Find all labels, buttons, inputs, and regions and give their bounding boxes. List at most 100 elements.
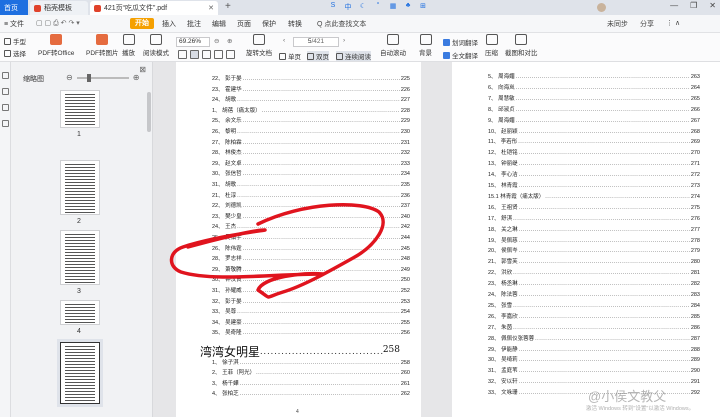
restore-button[interactable]: ❐	[690, 1, 697, 10]
actual-size-icon[interactable]	[202, 50, 211, 59]
share-button[interactable]: 分享	[640, 19, 654, 29]
sync-status[interactable]: 未同步	[607, 19, 628, 29]
toc-entry[interactable]: 29、 伊能静.................................…	[488, 347, 700, 353]
keyboard-icon[interactable]: ▦	[388, 2, 398, 12]
toc-entry[interactable]: 19、 吴佩慈.................................…	[488, 238, 700, 244]
toc-entry[interactable]: 1、 胡蓓（痛太版）..............................…	[212, 108, 410, 114]
thumbnail-page-3[interactable]	[60, 230, 100, 285]
toc-entry[interactable]: 24、 陈法蓉.................................…	[488, 292, 700, 298]
toc-entry[interactable]: 13、 钟丽缇.................................…	[488, 161, 700, 167]
toc-entry[interactable]: 24、 王杰..................................…	[212, 224, 410, 230]
double-page-button[interactable]: 双页	[307, 51, 329, 61]
read-mode-button[interactable]: 阅读模式	[143, 34, 169, 57]
more-icon[interactable]: ⋮ ∧	[666, 19, 680, 27]
pdf-to-image-button[interactable]: PDF转图片	[86, 34, 119, 57]
zoom-in-icon[interactable]: ⊕	[227, 37, 232, 45]
thumbnail-panel-icon[interactable]	[2, 72, 9, 79]
toc-entry[interactable]: 28、 佩佩仪张蓉蓉..............................…	[488, 336, 700, 342]
toc-entry[interactable]: 20、 侯佩岑.................................…	[488, 248, 700, 254]
close-panel-icon[interactable]: ⊠	[139, 65, 146, 74]
toc-entry[interactable]: 35、 吴奇隆.................................…	[212, 330, 410, 336]
rotate-document-button[interactable]: 旋转文档	[246, 34, 272, 57]
toc-entry[interactable]: 33、 吴尊..................................…	[212, 309, 410, 315]
tab-home[interactable]: 首页	[0, 0, 28, 15]
toc-entry[interactable]: 10、 赵丽颖.................................…	[488, 129, 700, 135]
menu-edit[interactable]: 编辑	[212, 19, 226, 29]
thumbnail-view-icon[interactable]	[226, 50, 235, 59]
attachment-icon[interactable]	[2, 120, 9, 127]
toc-entry[interactable]: 16、 王祖贤.................................…	[488, 205, 700, 211]
toc-entry[interactable]: 12、 杜铠铭.................................…	[488, 150, 700, 156]
user-avatar[interactable]	[597, 3, 606, 12]
menu-insert[interactable]: 插入	[162, 19, 176, 29]
tab-pdf-document[interactable]: 421页“吃瓜文件”.pdf ✕	[90, 1, 218, 15]
punct-icon[interactable]: °	[373, 2, 383, 12]
zoom-out-icon[interactable]: ⊖	[214, 37, 219, 45]
menu-comment[interactable]: 批注	[187, 19, 201, 29]
toc-entry[interactable]: 31、 胡歌..................................…	[212, 182, 410, 188]
toc-entry[interactable]: 28、 罗志祥.................................…	[212, 256, 410, 262]
thumbnail-page-1[interactable]	[60, 90, 100, 128]
toc-entry[interactable]: 26、 陈伟霆.................................…	[212, 246, 410, 252]
play-button[interactable]: 播放	[122, 34, 135, 57]
select-tool[interactable]: 选择	[4, 48, 26, 58]
bookmark-icon[interactable]	[2, 88, 9, 95]
page-number-input[interactable]: 5/421	[293, 37, 339, 47]
skin-icon[interactable]: ♣	[403, 2, 413, 12]
toc-entry[interactable]: 1、 徐子淇..................................…	[212, 360, 410, 366]
fit-height-icon[interactable]	[214, 50, 223, 59]
prev-page-icon[interactable]: ‹	[283, 37, 285, 44]
single-page-button[interactable]: 单页	[279, 51, 301, 61]
toc-entry[interactable]: 6、 向海岚..................................…	[488, 85, 700, 91]
translate-word-button[interactable]: 划词翻译	[443, 37, 478, 47]
screenshot-compare-button[interactable]: 截图和对比	[505, 34, 538, 57]
thumbnail-size-slider[interactable]: ⊖ ⊕	[66, 73, 139, 82]
moon-icon[interactable]: ☾	[358, 2, 368, 12]
zoom-input[interactable]: 69.26%	[176, 37, 210, 47]
next-page-icon[interactable]: ›	[343, 37, 345, 44]
toc-entry[interactable]: 29、 赵文卓.................................…	[212, 161, 410, 167]
thumbnail-page-4[interactable]	[60, 300, 100, 325]
toc-entry[interactable]: 30、 张信哲.................................…	[212, 171, 410, 177]
tab-templates[interactable]: 稻壳模板	[30, 1, 88, 15]
thumbnail-page-2[interactable]	[60, 160, 100, 215]
comment-icon[interactable]	[2, 104, 9, 111]
close-button[interactable]: ✕	[709, 1, 716, 10]
new-tab-button[interactable]: +	[225, 1, 231, 12]
zoom-out-thumb-icon[interactable]: ⊖	[66, 73, 73, 82]
slider-track[interactable]	[76, 73, 129, 82]
tab-close-icon[interactable]: ✕	[208, 4, 214, 12]
toc-entry[interactable]: 32、 彭于晏.................................…	[212, 299, 410, 305]
toc-entry[interactable]: 4、 张柏芝..................................…	[212, 391, 410, 397]
auto-scroll-button[interactable]: 自动滚动	[380, 34, 406, 57]
toc-entry[interactable]: 18、 关之琳.................................…	[488, 227, 700, 233]
menu-start[interactable]: 开始	[130, 18, 154, 29]
toc-entry[interactable]: 25、 余文乐.................................…	[212, 118, 410, 124]
toc-entry[interactable]: 25、 张雪..................................…	[488, 303, 700, 309]
toc-entry[interactable]: 23、 樊少皇.................................…	[212, 214, 410, 220]
translate-full-button[interactable]: 全文翻译	[443, 50, 478, 60]
pdf-to-office-button[interactable]: PDF转Office	[38, 34, 74, 57]
toc-entry[interactable]: 14、 李心洁.................................…	[488, 172, 700, 178]
document-viewport[interactable]: 22、 彭于晏.................................…	[153, 62, 720, 417]
toc-entry[interactable]: 26、 黎明..................................…	[212, 129, 410, 135]
toc-entry[interactable]: 31、 孙耀威.................................…	[212, 288, 410, 294]
toc-entry[interactable]: 26、 李嘉欣.................................…	[488, 314, 700, 320]
slider-handle[interactable]	[86, 73, 91, 82]
toc-entry[interactable]: 32、 安以轩.................................…	[488, 379, 700, 385]
toc-entry[interactable]: 23、 杨丞琳.................................…	[488, 281, 700, 287]
toc-entry[interactable]: 27、 朱茵..................................…	[488, 325, 700, 331]
toc-entry[interactable]: 27、 陈柏霖.................................…	[212, 140, 410, 146]
toc-entry[interactable]: 11、 李若彤.................................…	[488, 139, 700, 145]
menu-file[interactable]: ≡ 文件	[4, 19, 24, 29]
toc-entry[interactable]: 24、 胡歌..................................…	[212, 97, 410, 103]
toc-entry[interactable]: 21、 杜淳..................................…	[212, 193, 410, 199]
thumbnail-scrollbar[interactable]	[147, 92, 151, 132]
toc-entry[interactable]: 29、 萧敬腾.................................…	[212, 267, 410, 273]
toc-entry[interactable]: 22、 刘德凯.................................…	[212, 203, 410, 209]
toc-entry[interactable]: 15、 林青霞.................................…	[488, 183, 700, 189]
toc-entry[interactable]: 31、 孟庭苇.................................…	[488, 368, 700, 374]
search-text-field[interactable]: Q 点此查找文本	[317, 19, 366, 29]
toc-entry[interactable]: 15.1 林青霞（痛太版）...........................…	[488, 194, 700, 200]
toc-entry[interactable]: 23、 霍建华.................................…	[212, 87, 410, 93]
